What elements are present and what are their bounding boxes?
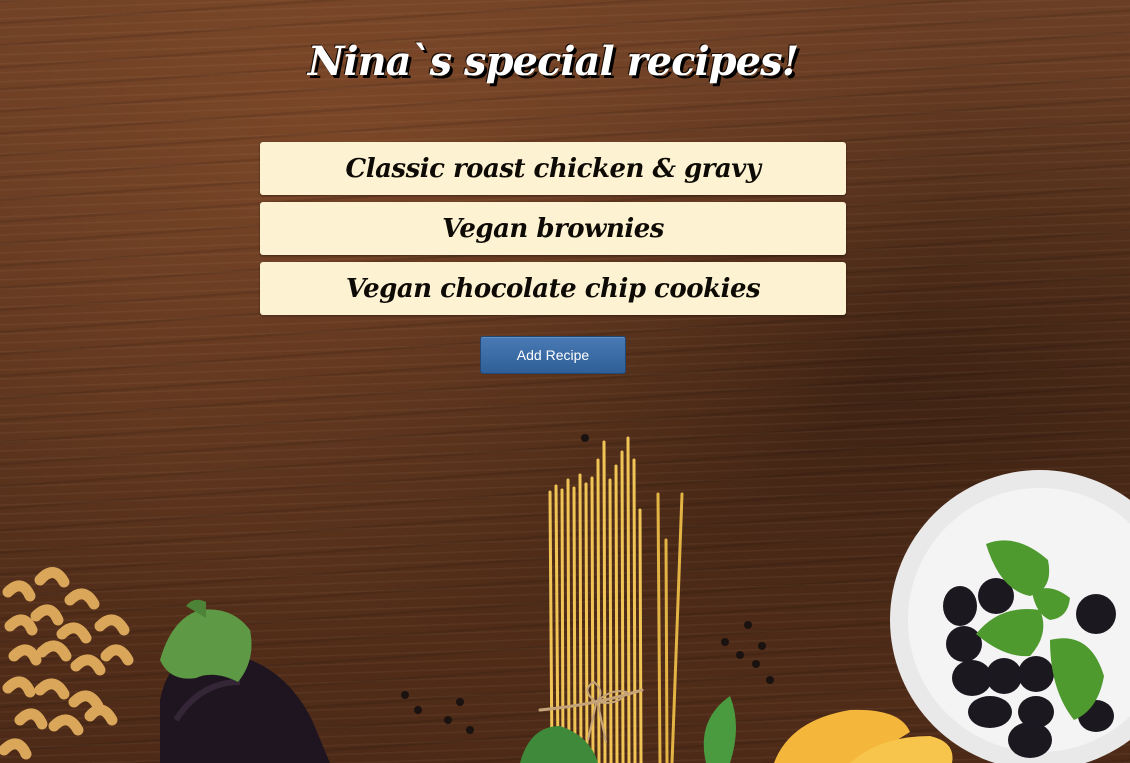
recipe-item-vegan-brownies[interactable]: Vegan brownies	[260, 202, 846, 255]
olive-plate	[890, 470, 1130, 763]
recipe-list: Classic roast chicken & gravy Vegan brow…	[260, 142, 846, 322]
add-recipe-button[interactable]: Add Recipe	[480, 336, 626, 374]
bell-pepper	[774, 709, 953, 763]
page-title: Nina`s special recipes!	[307, 38, 799, 85]
food-background-image	[0, 434, 1130, 763]
recipe-item-roast-chicken[interactable]: Classic roast chicken & gravy	[260, 142, 846, 195]
eggplant	[160, 599, 330, 763]
recipe-label: Vegan brownies	[442, 213, 664, 244]
spaghetti-bundle	[538, 436, 684, 763]
recipe-label: Vegan chocolate chip cookies	[345, 273, 761, 304]
macaroni-pasta	[0, 567, 134, 760]
recipe-item-vegan-cookies[interactable]: Vegan chocolate chip cookies	[260, 262, 846, 315]
recipe-label: Classic roast chicken & gravy	[345, 153, 761, 184]
